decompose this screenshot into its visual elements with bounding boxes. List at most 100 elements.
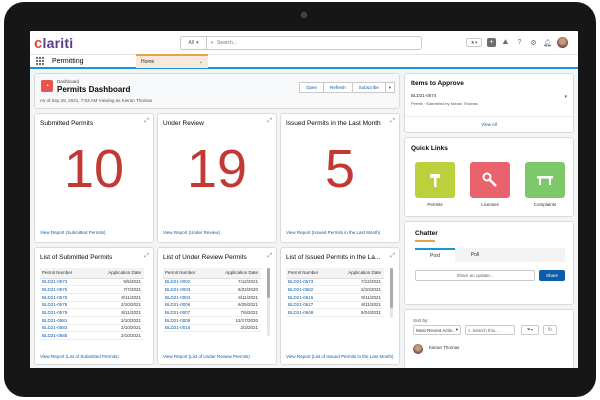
table-row: BLD21-0578 2/10/2021 (40, 301, 144, 310)
permit-link[interactable]: BLD21-0003 (163, 285, 209, 294)
tablet-frame: clariti All ▾ ⌕ ★▾ + ⛰ ? ⚙ 🔔︎ (4, 2, 596, 397)
permit-table: Permit Number Application Date BLD21-000… (163, 268, 261, 333)
filter-icon[interactable]: ⏷▾ (521, 325, 539, 335)
view-report-link[interactable]: View Report (List of Submitted Permits) (40, 354, 119, 359)
feed-search-input[interactable]: ⌕ Search this... (465, 325, 515, 335)
permit-link[interactable]: BLD21-0575 (40, 285, 88, 294)
application-date: 7/12/2021 (208, 278, 261, 287)
permit-link[interactable]: BLD21-0008 (163, 316, 209, 325)
table-row: BLD21-0008 12/17/2020 (163, 316, 261, 325)
search-scope-dropdown[interactable]: All ▾ (181, 37, 207, 49)
refresh-icon[interactable]: ↻ (543, 325, 557, 335)
feed-user-name[interactable]: Kieran Thomas (429, 345, 459, 350)
approval-record-link[interactable]: BLD21-0574 (411, 93, 436, 98)
view-report-link[interactable]: View Report (Issued Permits in the Last … (286, 230, 380, 235)
table-scrollbar[interactable] (390, 268, 393, 318)
column-header-permit-number[interactable]: Permit Number (163, 268, 209, 279)
list-title: List of Submitted Permits (40, 254, 113, 261)
search-scope-label: All (188, 40, 195, 46)
expand-icon[interactable]: ⤢ (390, 118, 395, 125)
expand-icon[interactable]: ⤢ (144, 253, 149, 260)
metric-title: Under Review (163, 120, 204, 127)
view-report-link[interactable]: View Report (Submitted Permits) (40, 230, 105, 235)
application-date: 7/7/2021 (87, 285, 144, 294)
permit-link[interactable]: BLD21-0007 (163, 308, 209, 317)
permit-link[interactable]: BLD21-0578 (40, 301, 88, 310)
permit-link[interactable]: BLD21-0576 (40, 293, 88, 302)
app-logo[interactable]: c lariti (34, 34, 73, 52)
permit-link[interactable]: BLD21-0006 (163, 301, 209, 310)
table-row: BLD21-0583 2/10/2021 (40, 324, 144, 333)
tab-poll[interactable]: Poll (455, 248, 495, 262)
permit-link[interactable]: BLD21-0004 (163, 293, 209, 302)
page-subtitle: As of Sep 28, 2021, 7:53 AM·Viewing as K… (40, 98, 153, 103)
approve-title: Items to Approve (411, 80, 464, 87)
tab-post[interactable]: Post (415, 248, 455, 262)
search-input[interactable] (217, 40, 421, 46)
permit-link[interactable]: BLD21-0648 (286, 308, 332, 317)
share-button[interactable]: Share (539, 270, 565, 281)
application-date: 9/24/2021 (331, 308, 384, 317)
trailhead-icon[interactable]: ⛰ (501, 38, 510, 47)
permit-link[interactable]: BLD21-0573 (40, 278, 88, 287)
breadcrumb: Dashboard (57, 79, 80, 84)
search-icon: ⌕ (468, 327, 471, 333)
feed-card: Sort by: Most Recent Activ... ▾ ⌕ Search… (404, 309, 574, 368)
column-header-permit-number[interactable]: Permit Number (286, 268, 332, 279)
permit-link[interactable]: BLD21-0573 (286, 278, 332, 287)
permit-link[interactable]: BLD21-0627 (286, 301, 332, 310)
column-header-application-date[interactable]: Application Date (208, 268, 261, 279)
wrench-icon (482, 172, 497, 187)
permit-link[interactable]: BLD21-0582 (286, 285, 332, 294)
approval-actions-dropdown[interactable]: ▾ (564, 94, 567, 100)
column-header-application-date[interactable]: Application Date (331, 268, 384, 279)
sort-by-select[interactable]: Most Recent Activ... ▾ (413, 325, 461, 335)
avatar[interactable] (413, 344, 423, 354)
refresh-button[interactable]: Refresh (323, 82, 353, 93)
quick-link-complaints[interactable] (525, 162, 565, 198)
setup-gear-icon[interactable]: ⚙ (529, 38, 538, 47)
table-row: BLD21-0648 9/24/2021 (286, 308, 384, 317)
help-icon[interactable]: ? (515, 38, 524, 47)
permit-link[interactable]: BLD21-0010 (163, 324, 209, 333)
open-button[interactable]: Open (298, 82, 324, 93)
view-report-link[interactable]: View Report (List of Issued Permits in t… (286, 354, 393, 359)
expand-icon[interactable]: ⤢ (144, 118, 149, 125)
view-report-link[interactable]: View Report (Under Review) (163, 230, 220, 235)
logo-text: lariti (42, 35, 74, 51)
favorites-icon[interactable]: ★▾ (466, 38, 482, 47)
expand-icon[interactable]: ⤢ (267, 253, 272, 260)
user-avatar[interactable] (557, 37, 568, 48)
list-card-issued: List of Issued Permits in the La... ⤢ Pe… (280, 247, 400, 365)
share-update-input[interactable]: Share an update... (415, 270, 535, 281)
list-card-submitted: List of Submitted Permits ⤢ Permit Numbe… (34, 247, 154, 365)
permit-link[interactable]: BLD21-0583 (40, 324, 88, 333)
view-report-link[interactable]: View Report (List of Under Review Permit… (163, 354, 250, 359)
permit-link[interactable]: BLD21-0615 (286, 293, 332, 302)
permit-link[interactable]: BLD21-0002 (163, 278, 209, 287)
chevron-down-icon[interactable]: ⌄ (199, 59, 203, 65)
app-launcher-icon[interactable] (30, 57, 50, 65)
metric-value: 10 (63, 139, 125, 199)
column-header-permit-number[interactable]: Permit Number (40, 268, 88, 279)
approval-record-meta: Permit · Submitted by Kieran Thomas (411, 101, 478, 106)
application-date: 2/10/2021 (87, 331, 144, 340)
table-scrollbar[interactable] (267, 268, 270, 336)
sort-by-value: Most Recent Activ... (416, 327, 456, 333)
expand-icon[interactable]: ⤢ (267, 118, 272, 125)
subscribe-button[interactable]: Subscribe (352, 82, 386, 93)
metric-card-issued: Issued Permits in the Last Month ⤢ 5 Vie… (280, 113, 400, 243)
quick-link-permits[interactable] (415, 162, 455, 198)
expand-icon[interactable]: ⤢ (390, 253, 395, 260)
permit-link[interactable]: BLD21-0579 (40, 308, 88, 317)
view-all-link[interactable]: View All (405, 116, 573, 127)
table-row: BLD21-0582 2/10/2021 (286, 285, 384, 294)
tab-home[interactable]: Home ⌄ (136, 54, 208, 68)
column-header-application-date[interactable]: Application Date (87, 268, 144, 279)
global-add-icon[interactable]: + (487, 38, 496, 47)
notifications-bell-icon[interactable]: 🔔︎ (543, 38, 552, 47)
permit-link[interactable]: BLD21-0585 (40, 331, 88, 340)
quick-link-licenses[interactable] (470, 162, 510, 198)
permit-link[interactable]: BLD21-0581 (40, 316, 88, 325)
more-actions-button[interactable]: ▾ (385, 82, 395, 93)
